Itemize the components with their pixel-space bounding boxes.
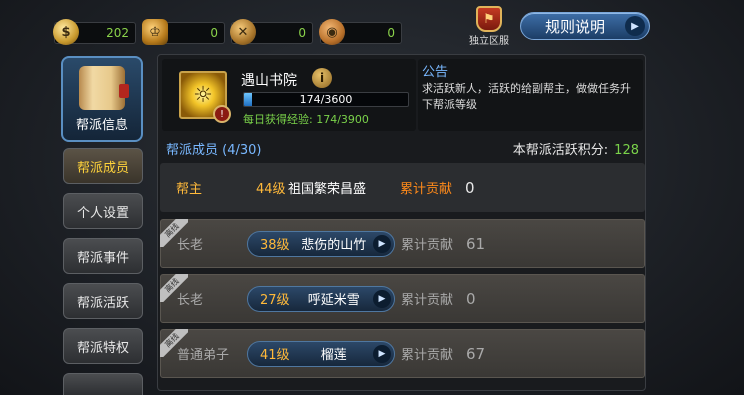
table-row-leader[interactable]: 帮主 44级 祖国繁荣昌盛 累计贡献 0 [160, 163, 645, 212]
contribution-label: 累计贡献 [401, 348, 454, 363]
chevron-right-icon: ▶ [373, 234, 391, 253]
contribution-value: 61 [466, 234, 486, 253]
contribution-label: 累计贡献 [400, 182, 453, 197]
member-name-button[interactable]: 41级 榴莲 ▶ [247, 340, 395, 367]
independent-server-button[interactable]: ⚑ 独立区服 [466, 6, 512, 48]
guild-xp-text: 174/3600 [299, 93, 353, 106]
sidebar-item-personal-settings[interactable]: 个人设置 [63, 193, 143, 229]
notice-title: 公告 [422, 65, 449, 80]
currency-bronze-value: 0 [387, 26, 395, 40]
notice-text: 求活跃新人，活跃的给副帮主，做做任务升下帮派等级 [422, 82, 631, 111]
table-row[interactable]: 离线 长老 38级 悲伤的山竹 ▶ 累计贡献 61 [160, 219, 645, 268]
alert-badge-icon: ! [213, 105, 231, 123]
chevron-right-icon: ▶ [625, 16, 645, 36]
sidebar-item-events[interactable]: 帮派事件 [63, 238, 143, 274]
crown-icon: ♔ [142, 19, 168, 45]
sidebar-item-label: 帮派活跃 [76, 295, 129, 311]
member-name-button[interactable]: 27级 呼延米雪 ▶ [247, 285, 395, 312]
members-header: 帮派成员 (4/30) 本帮派活跃积分: 128 [162, 137, 643, 159]
table-row[interactable]: 离线 长老 27级 呼延米雪 ▶ 累计贡献 0 [160, 274, 645, 323]
activity-score-label: 本帮派活跃积分: [512, 142, 609, 158]
server-label: 独立区服 [469, 36, 509, 47]
member-rank: 帮主 [176, 182, 203, 197]
sidebar: 帮派信息 帮派成员 个人设置 帮派事件 帮派活跃 帮派特权 [55, 54, 151, 395]
currency-swords: ✕ 0 [230, 19, 313, 45]
chevron-right-icon: ▶ [373, 289, 391, 308]
currency-swords-value: 0 [298, 26, 306, 40]
contribution-label: 累计贡献 [401, 293, 454, 308]
guild-name: 遇山书院 [241, 73, 297, 89]
bronze-coin-icon: ◉ [319, 19, 345, 45]
sidebar-item-activity[interactable]: 帮派活跃 [63, 283, 143, 319]
sidebar-item-more[interactable] [63, 373, 143, 395]
server-flag-icon: ⚑ [476, 6, 502, 32]
sidebar-item-members[interactable]: 帮派成员 [63, 148, 143, 184]
guild-info-box: ☼ ! 遇山书院 i 174/3600 每日获得经验: 174/3900 [162, 59, 416, 131]
sidebar-item-privileges[interactable]: 帮派特权 [63, 328, 143, 364]
sidebar-item-label: 个人设置 [76, 205, 129, 221]
activity-score-value: 128 [614, 142, 639, 158]
currency-crown: ♔ 0 [142, 19, 225, 45]
scroll-icon [79, 66, 129, 110]
guild-xp-bar: 174/3600 [243, 92, 409, 107]
member-level: 44级 [256, 182, 286, 197]
sidebar-item-guild-info[interactable]: 帮派信息 [61, 56, 143, 142]
member-rank: 长老 [177, 293, 204, 308]
crossed-swords-icon: ✕ [230, 19, 256, 45]
sidebar-item-label: 帮派特权 [76, 340, 129, 356]
currency-crown-value: 0 [210, 26, 218, 40]
currency-bronze: ◉ 0 [319, 19, 402, 45]
table-row[interactable]: 离线 普通弟子 41级 榴莲 ▶ 累计贡献 67 [160, 329, 645, 378]
member-name: 祖国繁荣昌盛 [288, 182, 367, 197]
member-name-button[interactable]: 38级 悲伤的山竹 ▶ [247, 230, 395, 257]
rules-button[interactable]: 规则说明 ▶ [520, 12, 650, 40]
gold-coin-icon: $ [53, 19, 79, 45]
currency-gold-value: 202 [106, 26, 129, 40]
member-level: 41级 [260, 348, 290, 363]
activity-score: 本帮派活跃积分: 128 [513, 139, 639, 158]
contribution-label: 累计贡献 [401, 238, 454, 253]
member-level: 27级 [260, 293, 290, 308]
contribution-value: 0 [465, 178, 475, 197]
notice-box: 公告 求活跃新人，活跃的给副帮主，做做任务升下帮派等级 [418, 59, 643, 131]
sidebar-item-label: 帮派事件 [76, 250, 129, 266]
daily-xp: 每日获得经验: 174/3900 [243, 113, 369, 126]
rules-label: 规则说明 [545, 17, 606, 36]
member-level: 38级 [260, 238, 290, 253]
members-title: 帮派成员 (4/30) [166, 142, 262, 158]
currency-gold: $ 202 [53, 19, 136, 45]
sidebar-item-guild-info-label: 帮派信息 [75, 118, 128, 133]
contribution-value: 0 [466, 289, 476, 308]
contribution-value: 67 [466, 344, 486, 363]
chevron-right-icon: ▶ [373, 344, 391, 363]
member-rank: 长老 [177, 238, 204, 253]
main-panel: ☼ ! 遇山书院 i 174/3600 每日获得经验: 174/3900 公告 … [157, 54, 646, 391]
sidebar-item-label: 帮派成员 [76, 160, 129, 176]
info-icon[interactable]: i [312, 68, 332, 88]
member-rank: 普通弟子 [177, 348, 230, 363]
